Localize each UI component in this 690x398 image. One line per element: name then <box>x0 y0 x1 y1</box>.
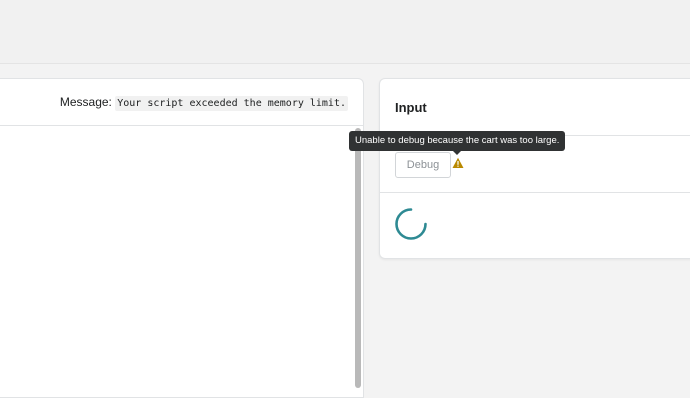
input-panel-title: Input <box>395 100 427 115</box>
input-panel-divider-bottom <box>380 192 690 193</box>
vertical-scrollbar[interactable] <box>355 128 361 388</box>
message-value: Your script exceeded the memory limit. <box>115 96 348 111</box>
error-message: Message: Your script exceeded the memory… <box>59 95 348 111</box>
warning-icon[interactable] <box>452 157 464 169</box>
spinner-icon <box>395 208 427 240</box>
debug-button[interactable]: Debug <box>395 152 451 178</box>
output-panel-header: Message: Your script exceeded the memory… <box>0 79 363 126</box>
tooltip-arrow <box>453 151 461 155</box>
message-label: Message: <box>59 95 112 109</box>
input-panel: Input Debug <box>379 78 690 259</box>
output-panel: Message: Your script exceeded the memory… <box>0 78 364 398</box>
top-bar <box>0 0 690 64</box>
debug-tooltip: Unable to debug because the cart was too… <box>349 131 566 151</box>
